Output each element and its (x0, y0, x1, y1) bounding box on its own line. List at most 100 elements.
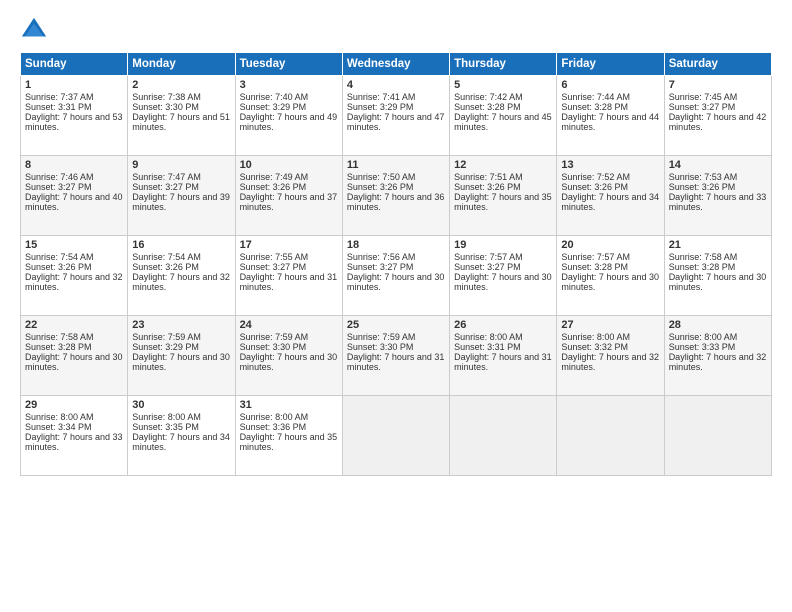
header-cell-thursday: Thursday (450, 53, 557, 76)
daylight: Daylight: 7 hours and 31 minutes. (347, 352, 445, 372)
day-number: 28 (669, 319, 767, 331)
daylight: Daylight: 7 hours and 30 minutes. (669, 272, 767, 292)
calendar-cell: 19Sunrise: 7:57 AMSunset: 3:27 PMDayligh… (450, 236, 557, 316)
calendar-row: 29Sunrise: 8:00 AMSunset: 3:34 PMDayligh… (21, 396, 772, 476)
header-cell-tuesday: Tuesday (235, 53, 342, 76)
calendar-cell: 4Sunrise: 7:41 AMSunset: 3:29 PMDaylight… (342, 76, 449, 156)
day-number: 3 (240, 79, 338, 91)
sunset: Sunset: 3:36 PM (240, 422, 307, 432)
calendar-cell: 31Sunrise: 8:00 AMSunset: 3:36 PMDayligh… (235, 396, 342, 476)
daylight: Daylight: 7 hours and 35 minutes. (454, 192, 552, 212)
sunrise: Sunrise: 7:59 AM (132, 332, 201, 342)
sunrise: Sunrise: 7:38 AM (132, 92, 201, 102)
sunset: Sunset: 3:30 PM (347, 342, 414, 352)
calendar-cell: 11Sunrise: 7:50 AMSunset: 3:26 PMDayligh… (342, 156, 449, 236)
logo-icon (20, 16, 48, 44)
daylight: Daylight: 7 hours and 30 minutes. (454, 272, 552, 292)
day-number: 13 (561, 159, 659, 171)
sunrise: Sunrise: 7:58 AM (25, 332, 94, 342)
sunset: Sunset: 3:26 PM (240, 182, 307, 192)
header-row: SundayMondayTuesdayWednesdayThursdayFrid… (21, 53, 772, 76)
sunrise: Sunrise: 7:51 AM (454, 172, 523, 182)
sunset: Sunset: 3:27 PM (240, 262, 307, 272)
calendar-cell: 30Sunrise: 8:00 AMSunset: 3:35 PMDayligh… (128, 396, 235, 476)
sunset: Sunset: 3:34 PM (25, 422, 92, 432)
day-number: 12 (454, 159, 552, 171)
calendar-cell: 16Sunrise: 7:54 AMSunset: 3:26 PMDayligh… (128, 236, 235, 316)
sunrise: Sunrise: 7:50 AM (347, 172, 416, 182)
calendar-cell: 12Sunrise: 7:51 AMSunset: 3:26 PMDayligh… (450, 156, 557, 236)
sunrise: Sunrise: 8:00 AM (240, 412, 309, 422)
header-cell-sunday: Sunday (21, 53, 128, 76)
sunrise: Sunrise: 7:42 AM (454, 92, 523, 102)
daylight: Daylight: 7 hours and 33 minutes. (25, 432, 123, 452)
sunset: Sunset: 3:26 PM (454, 182, 521, 192)
day-number: 17 (240, 239, 338, 251)
calendar-cell: 8Sunrise: 7:46 AMSunset: 3:27 PMDaylight… (21, 156, 128, 236)
sunset: Sunset: 3:29 PM (240, 102, 307, 112)
daylight: Daylight: 7 hours and 30 minutes. (132, 352, 230, 372)
sunrise: Sunrise: 7:44 AM (561, 92, 630, 102)
sunrise: Sunrise: 7:47 AM (132, 172, 201, 182)
sunrise: Sunrise: 7:41 AM (347, 92, 416, 102)
sunrise: Sunrise: 7:58 AM (669, 252, 738, 262)
day-number: 19 (454, 239, 552, 251)
day-number: 26 (454, 319, 552, 331)
sunset: Sunset: 3:33 PM (669, 342, 736, 352)
sunrise: Sunrise: 7:55 AM (240, 252, 309, 262)
calendar-cell: 23Sunrise: 7:59 AMSunset: 3:29 PMDayligh… (128, 316, 235, 396)
daylight: Daylight: 7 hours and 45 minutes. (454, 112, 552, 132)
sunrise: Sunrise: 8:00 AM (561, 332, 630, 342)
sunset: Sunset: 3:30 PM (240, 342, 307, 352)
daylight: Daylight: 7 hours and 30 minutes. (240, 352, 338, 372)
calendar-cell: 25Sunrise: 7:59 AMSunset: 3:30 PMDayligh… (342, 316, 449, 396)
sunset: Sunset: 3:29 PM (347, 102, 414, 112)
sunset: Sunset: 3:31 PM (25, 102, 92, 112)
calendar-cell: 20Sunrise: 7:57 AMSunset: 3:28 PMDayligh… (557, 236, 664, 316)
day-number: 18 (347, 239, 445, 251)
calendar-cell: 7Sunrise: 7:45 AMSunset: 3:27 PMDaylight… (664, 76, 771, 156)
calendar-cell: 21Sunrise: 7:58 AMSunset: 3:28 PMDayligh… (664, 236, 771, 316)
calendar-cell: 24Sunrise: 7:59 AMSunset: 3:30 PMDayligh… (235, 316, 342, 396)
calendar-row: 1Sunrise: 7:37 AMSunset: 3:31 PMDaylight… (21, 76, 772, 156)
header-cell-saturday: Saturday (664, 53, 771, 76)
day-number: 10 (240, 159, 338, 171)
day-number: 25 (347, 319, 445, 331)
daylight: Daylight: 7 hours and 51 minutes. (132, 112, 230, 132)
sunrise: Sunrise: 8:00 AM (454, 332, 523, 342)
calendar-cell: 2Sunrise: 7:38 AMSunset: 3:30 PMDaylight… (128, 76, 235, 156)
calendar-cell: 28Sunrise: 8:00 AMSunset: 3:33 PMDayligh… (664, 316, 771, 396)
calendar-cell: 29Sunrise: 8:00 AMSunset: 3:34 PMDayligh… (21, 396, 128, 476)
daylight: Daylight: 7 hours and 39 minutes. (132, 192, 230, 212)
day-number: 29 (25, 399, 123, 411)
day-number: 21 (669, 239, 767, 251)
calendar-table: SundayMondayTuesdayWednesdayThursdayFrid… (20, 52, 772, 476)
day-number: 31 (240, 399, 338, 411)
calendar-cell (342, 396, 449, 476)
logo (20, 16, 52, 44)
sunset: Sunset: 3:28 PM (454, 102, 521, 112)
day-number: 15 (25, 239, 123, 251)
sunset: Sunset: 3:28 PM (25, 342, 92, 352)
calendar-row: 22Sunrise: 7:58 AMSunset: 3:28 PMDayligh… (21, 316, 772, 396)
sunset: Sunset: 3:28 PM (669, 262, 736, 272)
daylight: Daylight: 7 hours and 30 minutes. (347, 272, 445, 292)
calendar-cell: 13Sunrise: 7:52 AMSunset: 3:26 PMDayligh… (557, 156, 664, 236)
day-number: 1 (25, 79, 123, 91)
calendar-cell: 6Sunrise: 7:44 AMSunset: 3:28 PMDaylight… (557, 76, 664, 156)
sunset: Sunset: 3:27 PM (25, 182, 92, 192)
calendar-cell (450, 396, 557, 476)
sunrise: Sunrise: 7:45 AM (669, 92, 738, 102)
day-number: 24 (240, 319, 338, 331)
daylight: Daylight: 7 hours and 37 minutes. (240, 192, 338, 212)
sunset: Sunset: 3:32 PM (561, 342, 628, 352)
day-number: 6 (561, 79, 659, 91)
calendar-cell: 10Sunrise: 7:49 AMSunset: 3:26 PMDayligh… (235, 156, 342, 236)
calendar-cell: 22Sunrise: 7:58 AMSunset: 3:28 PMDayligh… (21, 316, 128, 396)
calendar-cell: 5Sunrise: 7:42 AMSunset: 3:28 PMDaylight… (450, 76, 557, 156)
sunrise: Sunrise: 8:00 AM (669, 332, 738, 342)
daylight: Daylight: 7 hours and 34 minutes. (132, 432, 230, 452)
header-cell-monday: Monday (128, 53, 235, 76)
daylight: Daylight: 7 hours and 44 minutes. (561, 112, 659, 132)
daylight: Daylight: 7 hours and 31 minutes. (454, 352, 552, 372)
